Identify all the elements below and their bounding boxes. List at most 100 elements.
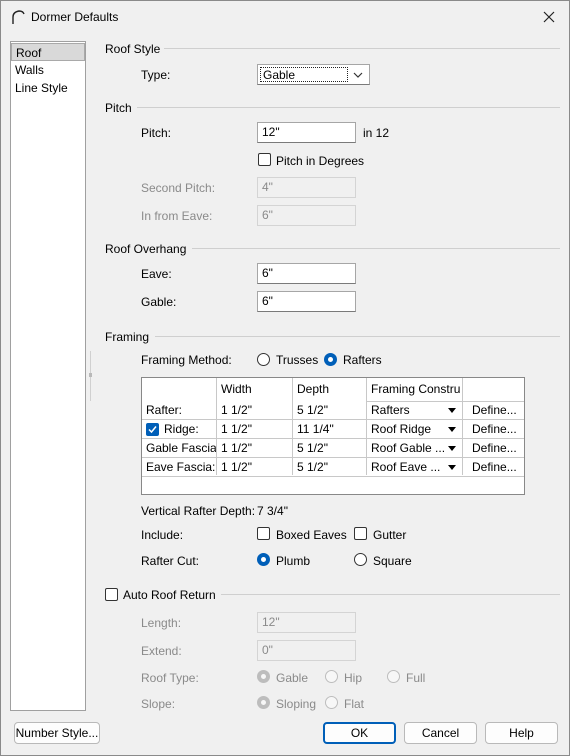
sidebar-item-line-style[interactable]: Line Style	[11, 79, 85, 97]
row-width[interactable]: 1 1/2"	[217, 439, 292, 458]
column-header-width: Width	[221, 382, 252, 396]
framing-table: Width Depth Framing Constru Rafter: 1 1/…	[141, 377, 525, 495]
slope-label: Slope:	[141, 697, 176, 711]
framing-divider	[155, 336, 560, 337]
second-pitch-label: Second Pitch:	[141, 181, 216, 195]
dropdown-arrow-icon[interactable]	[448, 427, 456, 432]
dormer-app-icon	[12, 10, 25, 24]
row-depth[interactable]: 5 1/2"	[293, 439, 366, 458]
row-name: Eave Fascia:	[146, 460, 216, 474]
roof-style-group-label: Roof Style	[105, 42, 161, 56]
pitch-in-degrees-label: Pitch in Degrees	[276, 154, 365, 168]
row-construction[interactable]: Roof Eave ...	[367, 458, 445, 477]
ok-button[interactable]: OK	[323, 722, 396, 744]
roof-type-select[interactable]: Gable	[257, 64, 370, 85]
row-construction[interactable]: Rafters	[367, 401, 445, 420]
trusses-label: Trusses	[276, 353, 319, 367]
category-list: Roof Walls Line Style	[10, 41, 86, 711]
return-gable-label: Gable	[276, 671, 309, 685]
roof-type-value: Gable	[260, 67, 348, 82]
title-bar: Dormer Defaults	[1, 1, 569, 33]
row-depth[interactable]: 5 1/2"	[293, 401, 366, 420]
rafters-label: Rafters	[343, 353, 382, 367]
dropdown-arrow-icon[interactable]	[448, 465, 456, 470]
define-button[interactable]: Define...	[468, 439, 524, 458]
chevron-down-icon	[353, 72, 363, 78]
dropdown-arrow-icon[interactable]	[448, 446, 456, 451]
eave-overhang-input[interactable]: 6"	[257, 263, 356, 284]
row-width[interactable]: 1 1/2"	[217, 458, 292, 477]
row-depth[interactable]: 11 1/4"	[293, 420, 366, 439]
gutter-label: Gutter	[373, 528, 407, 542]
boxed-eaves-label: Boxed Eaves	[276, 528, 347, 542]
sidebar-item-roof[interactable]: Roof	[11, 43, 85, 61]
define-button[interactable]: Define...	[468, 458, 524, 477]
row-name: Rafter:	[146, 403, 183, 417]
extend-input[interactable]: 0"	[257, 640, 356, 661]
vertical-rafter-depth-value: 7 3/4"	[257, 504, 288, 518]
column-header-depth: Depth	[297, 382, 330, 396]
dropdown-arrow-icon[interactable]	[448, 408, 456, 413]
in-from-eave-input[interactable]: 6"	[257, 205, 356, 226]
include-label: Include:	[141, 528, 184, 542]
trusses-radio[interactable]	[257, 353, 270, 366]
square-radio[interactable]	[354, 553, 367, 566]
row-name: Gable Fascia:	[146, 441, 216, 455]
rafters-radio[interactable]	[324, 353, 337, 366]
splitter-grip	[89, 373, 92, 377]
pitch-in-degrees-checkbox[interactable]	[258, 153, 271, 166]
return-full-label: Full	[406, 671, 426, 685]
gable-label: Gable:	[141, 295, 177, 309]
row-construction[interactable]: Roof Ridge	[367, 420, 445, 439]
plumb-radio[interactable]	[257, 553, 270, 566]
pitch-label: Pitch:	[141, 126, 172, 140]
extend-label: Extend:	[141, 644, 182, 658]
define-button[interactable]: Define...	[468, 420, 524, 439]
auto-roof-return-checkbox[interactable]	[105, 588, 118, 601]
row-width[interactable]: 1 1/2"	[217, 420, 292, 439]
in-from-eave-label: In from Eave:	[141, 209, 213, 223]
eave-label: Eave:	[141, 267, 172, 281]
framing-method-label: Framing Method:	[141, 353, 232, 367]
define-button[interactable]: Define...	[468, 401, 524, 420]
column-header-framing-construction: Framing Constru	[371, 382, 461, 396]
row-width[interactable]: 1 1/2"	[217, 401, 292, 420]
gable-overhang-input[interactable]: 6"	[257, 291, 356, 312]
flat-radio[interactable]	[325, 696, 338, 709]
checkmark-icon	[148, 426, 157, 434]
pitch-input[interactable]: 12"	[257, 122, 356, 143]
row-construction[interactable]: Roof Gable ...	[367, 439, 445, 458]
close-icon	[543, 11, 555, 23]
sidebar-item-walls[interactable]: Walls	[11, 61, 85, 79]
gutter-checkbox[interactable]	[354, 527, 367, 540]
flat-label: Flat	[344, 697, 365, 711]
return-gable-radio[interactable]	[257, 670, 270, 683]
length-label: Length:	[141, 616, 182, 630]
window-title: Dormer Defaults	[31, 10, 119, 24]
return-hip-radio[interactable]	[325, 670, 338, 683]
row-name: Ridge:	[164, 422, 199, 436]
plumb-label: Plumb	[276, 554, 311, 568]
boxed-eaves-checkbox[interactable]	[257, 527, 270, 540]
auto-roof-return-divider	[221, 594, 560, 595]
return-hip-label: Hip	[344, 671, 363, 685]
row-depth[interactable]: 5 1/2"	[293, 458, 366, 477]
framing-group-label: Framing	[105, 330, 150, 344]
return-full-radio[interactable]	[387, 670, 400, 683]
sloping-label: Sloping	[276, 697, 317, 711]
splitter-handle[interactable]	[89, 351, 93, 401]
sloping-radio[interactable]	[257, 696, 270, 709]
auto-roof-return-label: Auto Roof Return	[123, 588, 216, 602]
square-label: Square	[373, 554, 412, 568]
vertical-rafter-depth-label: Vertical Rafter Depth:	[141, 504, 256, 518]
close-button[interactable]	[535, 4, 563, 30]
help-button[interactable]: Help	[485, 722, 558, 744]
second-pitch-input[interactable]: 4"	[257, 177, 356, 198]
length-input[interactable]: 12"	[257, 612, 356, 633]
cancel-button[interactable]: Cancel	[404, 722, 477, 744]
rafter-cut-label: Rafter Cut:	[141, 554, 200, 568]
ridge-checkbox[interactable]	[146, 423, 159, 436]
pitch-divider	[137, 107, 560, 108]
number-style-button[interactable]: Number Style...	[14, 722, 100, 744]
roof-style-divider	[164, 48, 560, 49]
